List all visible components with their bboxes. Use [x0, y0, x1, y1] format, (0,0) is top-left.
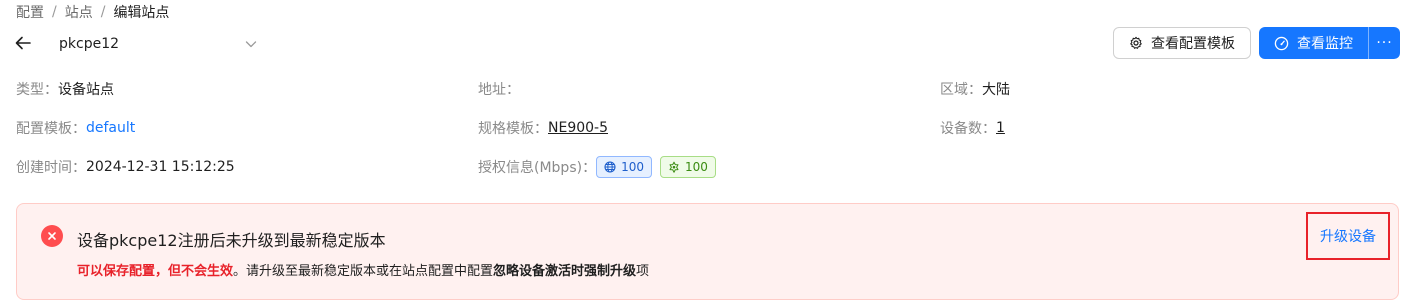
- info-created: 创建时间： 2024-12-31 15:12:25: [16, 157, 235, 177]
- info-device-count: 设备数： 1: [940, 118, 1005, 138]
- upgrade-device-button[interactable]: 升级设备: [1306, 212, 1390, 260]
- more-button[interactable]: ···: [1368, 27, 1400, 59]
- alert-desc-warning: 可以保存配置，但不会生效: [77, 264, 234, 279]
- upgrade-alert: 设备pkcpe12注册后未升级到最新稳定版本 可以保存配置，但不会生效。请升级至…: [16, 203, 1399, 300]
- license-tag-private: 100: [659, 156, 716, 178]
- info-config-template: 配置模板： default: [16, 118, 135, 138]
- monitor-button-group: 查看监控 ···: [1259, 27, 1400, 59]
- alert-desc-end: 项: [636, 264, 650, 279]
- region-label: 区域：: [940, 82, 982, 98]
- type-label: 类型：: [16, 82, 58, 98]
- info-address: 地址：: [478, 79, 520, 99]
- created-value: 2024-12-31 15:12:25: [86, 159, 235, 175]
- breadcrumb-item-config[interactable]: 配置: [16, 2, 44, 22]
- view-config-template-button[interactable]: 查看配置模板: [1113, 27, 1251, 59]
- view-config-template-label: 查看配置模板: [1151, 36, 1235, 52]
- breadcrumb: 配置 / 站点 / 编辑站点: [16, 2, 169, 22]
- info-region: 区域： 大陆: [940, 79, 1010, 99]
- license-tag-internet-value: 100: [621, 160, 644, 174]
- alert-desc-text: 。请升级至最新稳定版本或在站点配置中配置: [233, 264, 494, 279]
- created-label: 创建时间：: [16, 160, 86, 176]
- breadcrumb-separator: /: [100, 4, 106, 20]
- license-label: 授权信息(Mbps)：: [478, 160, 597, 176]
- breadcrumb-item-sites[interactable]: 站点: [65, 2, 93, 22]
- chevron-down-icon: [245, 41, 257, 48]
- view-monitor-button[interactable]: 查看监控: [1259, 27, 1368, 59]
- alert-title: 设备pkcpe12注册后未升级到最新稳定版本: [77, 231, 386, 250]
- site-select-value: pkcpe12: [59, 36, 120, 52]
- site-select[interactable]: pkcpe12: [56, 30, 262, 58]
- gear-icon: [1130, 36, 1142, 49]
- back-button[interactable]: [12, 32, 34, 54]
- device-count-link[interactable]: 1: [996, 120, 1005, 136]
- config-template-label: 配置模板：: [16, 121, 86, 137]
- info-type: 类型： 设备站点: [16, 79, 114, 99]
- arrow-left-icon: [15, 36, 31, 50]
- alert-desc-option: 忽略设备激活时强制升级: [493, 264, 637, 279]
- spec-template-link[interactable]: NE900-5: [548, 120, 608, 136]
- address-label: 地址：: [478, 82, 520, 98]
- type-value: 设备站点: [58, 82, 114, 98]
- info-spec-template: 规格模板： NE900-5: [478, 118, 608, 138]
- license-tag-internet: 100: [596, 156, 652, 178]
- device-count-label: 设备数：: [940, 121, 996, 137]
- alert-description: 可以保存配置，但不会生效。请升级至最新稳定版本或在站点配置中配置忽略设备激活时强…: [77, 260, 649, 279]
- license-tag-private-value: 100: [684, 160, 708, 174]
- breadcrumb-separator: /: [52, 4, 57, 20]
- view-monitor-label: 查看监控: [1297, 36, 1353, 52]
- breadcrumb-item-current: 编辑站点: [113, 5, 170, 21]
- globe-icon: [604, 161, 616, 173]
- region-value: 大陆: [982, 82, 1010, 98]
- error-icon: [41, 225, 63, 247]
- spec-template-label: 规格模板：: [478, 121, 548, 137]
- ellipsis-icon: ···: [1376, 35, 1393, 51]
- dashboard-icon: [1274, 36, 1289, 50]
- flower-icon: [669, 161, 679, 173]
- config-template-link[interactable]: default: [86, 120, 135, 136]
- info-license: 授权信息(Mbps)： 100 100: [478, 156, 724, 178]
